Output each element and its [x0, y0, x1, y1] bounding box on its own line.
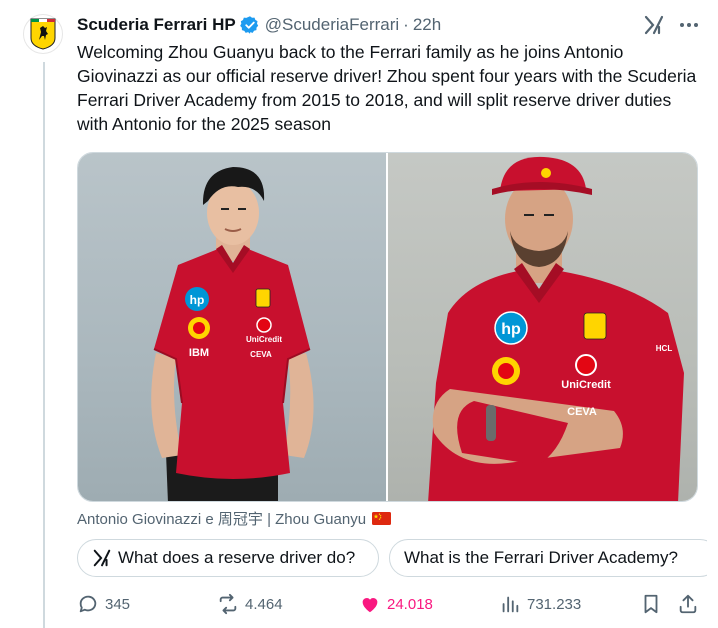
share-button[interactable]	[677, 590, 705, 618]
svg-text:hp: hp	[190, 293, 205, 307]
separator-dot: ·	[403, 15, 409, 34]
grok-prompt-chip[interactable]: What is the Ferrari Driver Academy?	[389, 539, 707, 577]
display-name[interactable]: Scuderia Ferrari HP	[77, 15, 236, 35]
media-caption: Antonio Giovinazzi e 周冠宇 | Zhou Guanyu	[77, 508, 392, 529]
photo-zhou-guanyu[interactable]: hp IBM UniCredit CEVA	[78, 153, 386, 501]
bookmark-icon	[644, 594, 658, 614]
chip-label: What is the Ferrari Driver Academy?	[404, 548, 678, 567]
svg-text:CEVA: CEVA	[250, 350, 272, 359]
avatar[interactable]	[23, 14, 63, 54]
reply-button[interactable]: 345	[77, 590, 130, 618]
verified-badge-icon	[239, 15, 260, 35]
reply-count: 345	[105, 595, 131, 613]
repost-count: 4.464	[245, 595, 283, 613]
share-icon	[679, 594, 697, 614]
chip-label: What does a reserve driver do?	[118, 548, 356, 567]
view-count: 731.233	[527, 595, 582, 613]
like-count: 24.018	[387, 595, 433, 613]
tweet-header: Scuderia Ferrari HP @ScuderiaFerrari · 2…	[77, 13, 441, 37]
grok-prompt-chips: What does a reserve driver do? What is t…	[77, 539, 707, 579]
antonio-giovinazzi-photo: hp UniCredit CEVA HCL	[428, 156, 684, 501]
caption-text: Antonio Giovinazzi e 周冠宇 | Zhou Guanyu	[77, 511, 367, 528]
repost-icon	[219, 593, 237, 615]
like-button[interactable]: 24.018	[359, 590, 433, 618]
grok-icon[interactable]	[643, 14, 665, 36]
svg-text:UniCredit: UniCredit	[246, 335, 282, 344]
views-button[interactable]: 731.233	[499, 590, 581, 618]
timestamp[interactable]: 22h	[413, 15, 441, 35]
more-options-icon[interactable]	[678, 14, 700, 36]
grok-icon	[93, 549, 111, 567]
svg-text:UniCredit: UniCredit	[561, 379, 611, 391]
svg-text:hp: hp	[501, 321, 521, 338]
svg-text:HCL: HCL	[656, 344, 673, 353]
photo-antonio-giovinazzi[interactable]: hp UniCredit CEVA HCL	[388, 153, 697, 501]
action-bar: 345 4.464 24.018 731.233	[77, 590, 707, 618]
svg-text:CEVA: CEVA	[567, 406, 597, 418]
media-grid[interactable]: hp IBM UniCredit CEVA hp UniCredit CEVA …	[77, 152, 698, 502]
repost-button[interactable]: 4.464	[217, 590, 283, 618]
zhou-guanyu-photo: hp IBM UniCredit CEVA	[151, 167, 314, 501]
china-flag-icon	[372, 512, 392, 525]
tweet-text: Welcoming Zhou Guanyu back to the Ferrar…	[77, 42, 697, 134]
thread-line	[43, 62, 45, 628]
grok-prompt-chip[interactable]: What does a reserve driver do?	[77, 539, 379, 577]
bookmark-button[interactable]	[640, 590, 668, 618]
reply-icon	[79, 595, 97, 613]
ferrari-shield-icon	[30, 18, 56, 50]
views-icon	[502, 596, 519, 613]
handle[interactable]: @ScuderiaFerrari	[265, 15, 399, 35]
svg-text:IBM: IBM	[189, 347, 209, 359]
heart-filled-icon	[362, 598, 378, 613]
